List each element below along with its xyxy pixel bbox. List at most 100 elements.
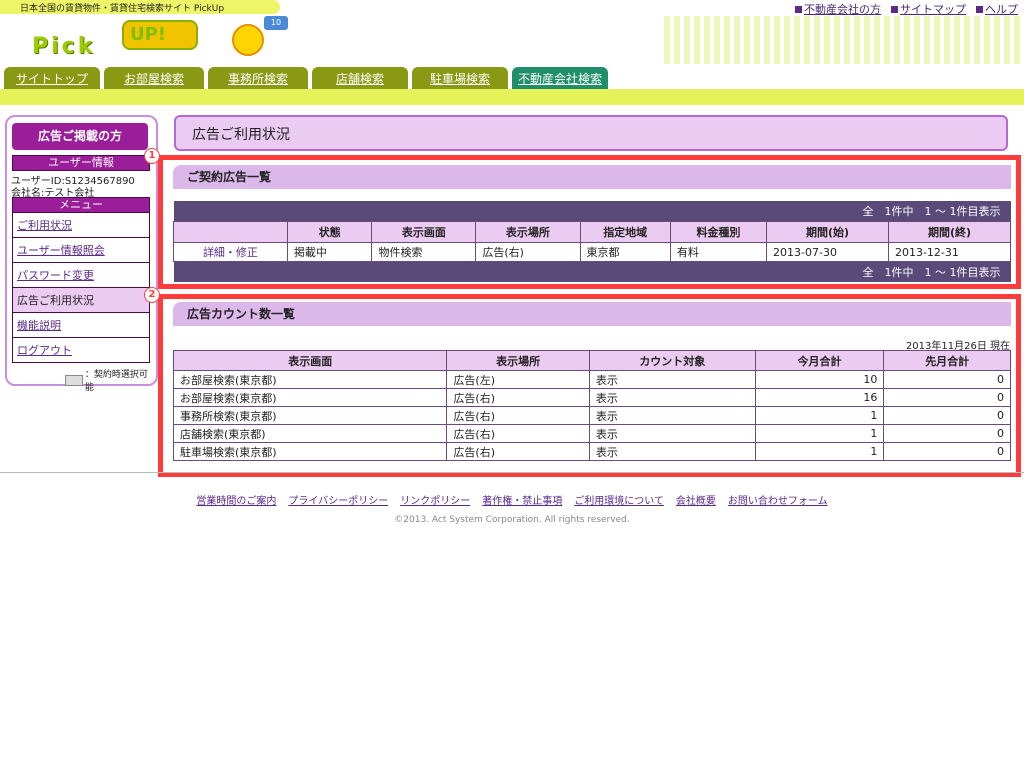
menu-item-features[interactable]: 機能説明 [13, 313, 149, 338]
top-link-realtor[interactable]: 不動産会社の方 [795, 1, 881, 17]
top-link-sitemap[interactable]: サイトマップ [891, 1, 966, 17]
table-header: 今月合計 [754, 350, 885, 371]
footer-link-company[interactable]: 会社概要 [676, 492, 716, 507]
sidebar-heading: 広告ご掲載の方 [12, 123, 148, 150]
table-header [173, 221, 288, 243]
cell-status: 掲載中 [286, 242, 373, 262]
contracts-table: 全 1件中 1 ～ 1件目表示 状態 表示画面 表示場所 指定地域 料金種別 期… [173, 201, 1012, 282]
table-header: カウント対象 [588, 350, 756, 371]
menu-heading: メニュー [12, 197, 150, 213]
table-row: お部屋検索(東京都) 広告(左) 表示 10 0 [172, 370, 1011, 389]
table-header: 表示場所 [475, 221, 581, 243]
sidebar-menu: ご利用状況 ユーザー情報照会 パスワード変更 広告ご利用状況 機能説明 ログアウ… [12, 213, 150, 363]
table-header: 表示場所 [446, 350, 590, 371]
cell-screen: 駐車場検索(東京都) [172, 442, 448, 461]
cell-target: 表示 [588, 442, 756, 461]
legend-swatch [65, 374, 83, 386]
cell-last-month: 0 [883, 424, 1011, 443]
table-row: 店舗検索(東京都) 広告(右) 表示 1 0 [172, 424, 1011, 443]
table-row: 詳細・修正 掲載中 物件検索 広告(右) 東京都 有料 2013-07-30 2… [173, 242, 1012, 262]
cell-placement: 広告(右) [446, 442, 590, 461]
top-link-help[interactable]: ヘルプ [976, 1, 1018, 17]
cell-screen: 店舗検索(東京都) [172, 424, 448, 443]
cell-this-month: 10 [754, 370, 885, 389]
cell-placement: 広告(右) [446, 388, 590, 407]
footer-link-copyright[interactable]: 著作権・禁止事項 [482, 492, 562, 507]
tab-parking-search[interactable]: 駐車場検索 [412, 67, 508, 89]
legend: ：契約時選択可能 [65, 367, 156, 393]
tab-site-top[interactable]: サイトトップ [4, 67, 100, 89]
cell-screen: お部屋検索(東京都) [172, 370, 448, 389]
contracts-pager-bottom: 全 1件中 1 ～ 1件目表示 [173, 261, 1011, 282]
header-decoration [664, 16, 1024, 64]
sidebar: 広告ご掲載の方 ユーザー情報 ユーザーID:S1234567890 会社名:テス… [5, 115, 158, 393]
cell-screen: お部屋検索(東京都) [172, 388, 448, 407]
menu-item-password[interactable]: パスワード変更 [13, 263, 149, 288]
table-header: 表示画面 [371, 221, 477, 243]
cell-target: 表示 [588, 406, 756, 425]
user-info-heading: ユーザー情報 [12, 155, 150, 171]
cell-placement: 広告(右) [446, 424, 590, 443]
footer-link-hours[interactable]: 営業時間のご案内 [196, 492, 276, 507]
nav-underbar [0, 89, 1024, 105]
cell-screen: 物件検索 [371, 242, 477, 262]
cell-placement: 広告(右) [475, 242, 581, 262]
table-header: 先月合計 [883, 350, 1011, 371]
footer-link-privacy[interactable]: プライバシーポリシー [288, 492, 388, 507]
table-header: 料金種別 [669, 221, 768, 243]
tab-office-search[interactable]: 事務所検索 [208, 67, 308, 89]
cell-target: 表示 [588, 370, 756, 389]
footer-link-contact[interactable]: お問い合わせフォーム [728, 492, 828, 507]
cell-this-month: 1 [754, 442, 885, 461]
contracts-pager-top: 全 1件中 1 ～ 1件目表示 [173, 201, 1011, 222]
table-row: 事務所検索(東京都) 広告(右) 表示 1 0 [172, 406, 1011, 425]
cell-screen: 事務所検索(東京都) [172, 406, 448, 425]
footer-link-environment[interactable]: ご利用環境について [574, 492, 664, 507]
footer-links: 営業時間のご案内 プライバシーポリシー リンクポリシー 著作権・禁止事項 ご利用… [0, 492, 1024, 507]
cell-this-month: 16 [754, 388, 885, 407]
contracts-heading: ご契約広告一覧 [173, 165, 1011, 189]
cell-this-month: 1 [754, 406, 885, 425]
page-title: 広告ご利用状況 [174, 115, 1008, 151]
cell-placement: 広告(右) [446, 406, 590, 425]
cell-this-month: 1 [754, 424, 885, 443]
marker-1: 1 [144, 148, 160, 164]
cell-last-month: 0 [883, 370, 1011, 389]
cell-last-month: 0 [883, 406, 1011, 425]
cell-target: 表示 [588, 424, 756, 443]
tagline-strip: 日本全国の賃貸物件・賃貸住宅検索サイト PickUp [0, 0, 280, 14]
copyright: ©2013. Act System Corporation. All right… [394, 515, 630, 525]
table-header: 期間(始) [766, 221, 889, 243]
cell-region: 東京都 [579, 242, 671, 262]
site-logo[interactable]: Pick UP! 10 [32, 16, 288, 59]
anniversary-flag-icon: 10 [264, 16, 288, 30]
marker-2: 2 [144, 287, 160, 303]
cell-target: 表示 [588, 388, 756, 407]
square-bullet-icon [976, 6, 983, 13]
table-header: 期間(終) [887, 221, 1012, 243]
top-links: 不動産会社の方 サイトマップ ヘルプ [795, 1, 1018, 17]
table-header: 表示画面 [172, 350, 448, 371]
menu-item-usage[interactable]: ご利用状況 [13, 213, 149, 238]
table-row: 駐車場検索(東京都) 広告(右) 表示 1 0 [172, 442, 1011, 461]
cell-fee-type: 有料 [669, 242, 768, 262]
tab-realtor-search[interactable]: 不動産会社検索 [512, 67, 608, 89]
counts-heading: 広告カウント数一覧 [173, 302, 1011, 326]
logo-text: Pick [32, 34, 96, 59]
logo-bubble: UP! [122, 20, 198, 50]
cell-last-month: 0 [883, 388, 1011, 407]
chick-mascot-icon [232, 24, 264, 56]
menu-item-user-info[interactable]: ユーザー情報照会 [13, 238, 149, 263]
table-header: 指定地域 [579, 221, 671, 243]
square-bullet-icon [891, 6, 898, 13]
details-edit-link[interactable]: 詳細・修正 [203, 246, 258, 259]
counts-table: 表示画面 表示場所 カウント対象 今月合計 先月合計 お部屋検索(東京都) 広告… [172, 350, 1011, 461]
tab-room-search[interactable]: お部屋検索 [104, 67, 204, 89]
cell-last-month: 0 [883, 442, 1011, 461]
legend-label: ：契約時選択可能 [84, 370, 148, 393]
main-nav-tabs: サイトトップ お部屋検索 事務所検索 店舗検索 駐車場検索 不動産会社検索 [4, 67, 608, 89]
menu-item-ad-usage: 広告ご利用状況 [13, 288, 149, 313]
menu-item-logout[interactable]: ログアウト [13, 338, 149, 362]
tab-store-search[interactable]: 店舗検索 [312, 67, 408, 89]
footer-link-link-policy[interactable]: リンクポリシー [400, 492, 470, 507]
